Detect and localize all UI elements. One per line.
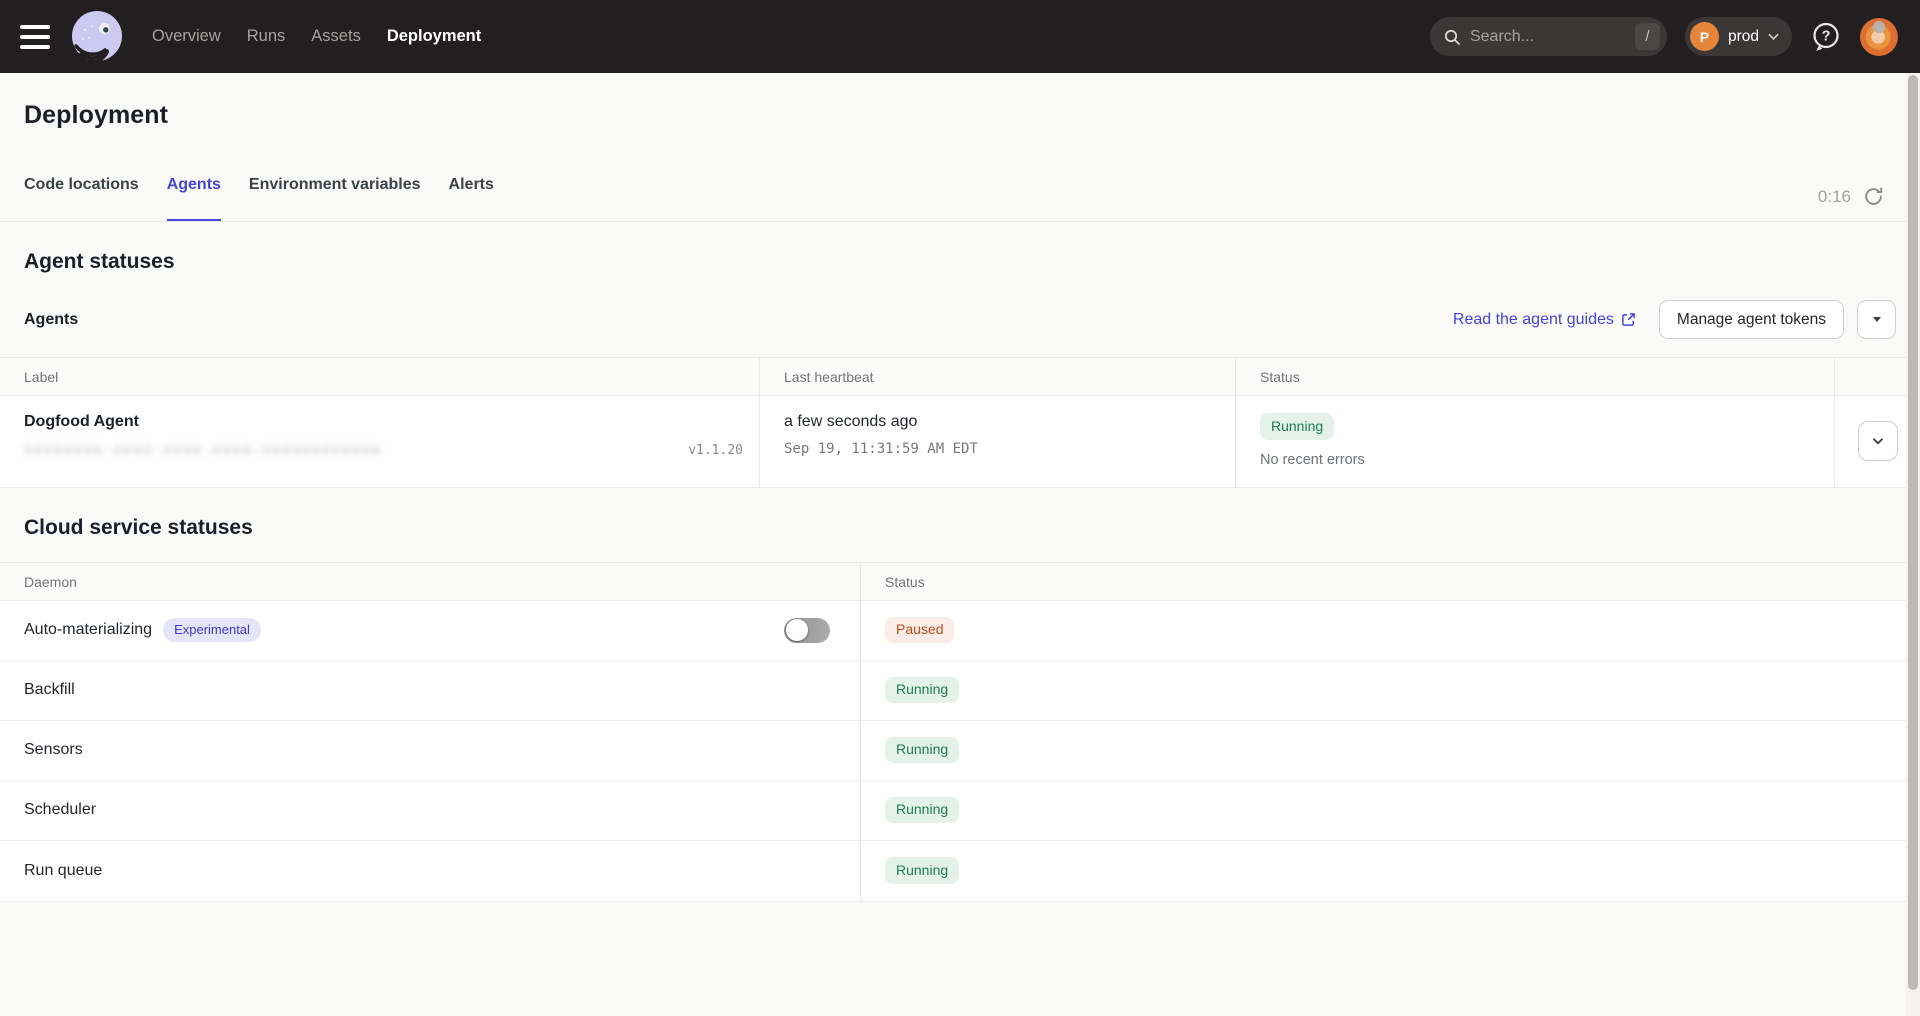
- deployment-switcher[interactable]: P prod: [1685, 17, 1792, 56]
- page-title: Deployment: [24, 101, 1896, 130]
- nav-assets[interactable]: Assets: [311, 27, 361, 46]
- col-header-status: Status: [1236, 358, 1835, 396]
- daemon-row-backfill: Backfill: [0, 661, 861, 721]
- status-badge-running: Running: [885, 857, 959, 884]
- daemon-row-scheduler: Scheduler: [0, 781, 861, 841]
- svg-text:?: ?: [1822, 28, 1831, 44]
- refresh-icon[interactable]: [1863, 186, 1884, 207]
- agents-subheading: Agents: [24, 311, 78, 329]
- agent-heartbeat-cell: a few seconds ago Sep 19, 11:31:59 AM ED…: [760, 396, 1236, 487]
- search-shortcut-key: /: [1635, 23, 1660, 50]
- nav-deployment[interactable]: Deployment: [387, 27, 481, 46]
- agents-table: Label Last heartbeat Status Dogfood Agen…: [0, 357, 1920, 488]
- agent-statuses-heading: Agent statuses: [24, 250, 1896, 274]
- help-icon[interactable]: ?: [1810, 21, 1842, 53]
- experimental-badge: Experimental: [163, 618, 261, 641]
- status-badge-paused: Paused: [885, 617, 954, 644]
- status-badge-running: Running: [885, 677, 959, 704]
- org-avatar: P: [1690, 22, 1719, 51]
- agent-status-cell: Running No recent errors: [1236, 396, 1835, 487]
- daemon-name: Backfill: [24, 681, 75, 699]
- agent-status-note: No recent errors: [1260, 452, 1818, 468]
- col-header-label: Label: [0, 358, 760, 396]
- daemon-status-cell: Running: [861, 841, 1920, 901]
- menu-icon[interactable]: [20, 25, 50, 49]
- toggle-knob: [786, 619, 808, 641]
- nav-overview[interactable]: Overview: [152, 27, 221, 46]
- daemon-status-cell: Running: [861, 721, 1920, 781]
- dagster-logo-icon[interactable]: [68, 8, 126, 66]
- agent-more-actions-button[interactable]: [1857, 300, 1896, 339]
- external-link-icon: [1621, 312, 1636, 327]
- manage-agent-tokens-button[interactable]: Manage agent tokens: [1659, 300, 1844, 339]
- cloud-service-statuses-heading: Cloud service statuses: [24, 516, 1896, 540]
- chevron-down-icon: [1768, 33, 1779, 41]
- refresh-timer: 0:16: [1818, 187, 1851, 207]
- col-header-daemon-status: Status: [861, 563, 1920, 601]
- caret-down-icon: [1873, 317, 1881, 322]
- daemon-row-auto-materializing: Auto-materializing Experimental: [0, 601, 861, 661]
- col-header-daemon: Daemon: [0, 563, 861, 601]
- tab-alerts[interactable]: Alerts: [449, 176, 494, 221]
- cloud-services-table: Daemon Status Auto-materializing Experim…: [0, 562, 1920, 902]
- col-header-last-heartbeat: Last heartbeat: [760, 358, 1236, 396]
- heartbeat-relative: a few seconds ago: [784, 413, 1219, 431]
- primary-nav: Overview Runs Assets Deployment: [152, 27, 481, 46]
- agent-status-badge: Running: [1260, 413, 1334, 440]
- search-icon: [1443, 28, 1461, 46]
- agent-guides-link-label: Read the agent guides: [1453, 311, 1614, 329]
- top-bar: Overview Runs Assets Deployment / P prod: [0, 0, 1920, 73]
- daemon-status-cell: Running: [861, 661, 1920, 721]
- scrollbar-thumb[interactable]: [1908, 75, 1918, 990]
- nav-runs[interactable]: Runs: [247, 27, 286, 46]
- auto-materializing-toggle[interactable]: [784, 618, 830, 643]
- daemon-name: Sensors: [24, 741, 83, 759]
- daemon-name: Scheduler: [24, 801, 96, 819]
- search-input[interactable]: [1470, 28, 1626, 46]
- tab-agents[interactable]: Agents: [167, 176, 221, 221]
- scrollbar-track: [1906, 73, 1920, 1016]
- agent-guides-link[interactable]: Read the agent guides: [1453, 311, 1636, 329]
- status-badge-running: Running: [885, 797, 959, 824]
- agent-version: v1.1.20: [688, 443, 743, 458]
- agent-label-cell: Dogfood Agent xxxxxxxx-xxxx-xxxx-xxxx-xx…: [0, 396, 760, 487]
- agent-id-redacted: xxxxxxxx-xxxx-xxxx-xxxx-xxxxxxxxxxxx: [24, 442, 381, 458]
- search-box[interactable]: /: [1430, 17, 1667, 56]
- heartbeat-timestamp: Sep 19, 11:31:59 AM EDT: [784, 441, 1219, 457]
- status-badge-running: Running: [885, 737, 959, 764]
- org-name: prod: [1728, 28, 1759, 46]
- tab-environment-variables[interactable]: Environment variables: [249, 176, 421, 221]
- chevron-down-icon: [1870, 433, 1886, 449]
- user-avatar[interactable]: [1860, 18, 1898, 56]
- daemon-row-run-queue: Run queue: [0, 841, 861, 901]
- deployment-tabs: Code locations Agents Environment variab…: [0, 176, 1920, 222]
- agent-name: Dogfood Agent: [24, 413, 743, 431]
- daemon-row-sensors: Sensors: [0, 721, 861, 781]
- daemon-status-cell: Paused: [861, 601, 1920, 661]
- daemon-status-cell: Running: [861, 781, 1920, 841]
- daemon-name: Auto-materializing: [24, 621, 152, 639]
- tab-code-locations[interactable]: Code locations: [24, 176, 139, 221]
- agent-expand-button[interactable]: [1858, 421, 1898, 461]
- daemon-name: Run queue: [24, 862, 102, 880]
